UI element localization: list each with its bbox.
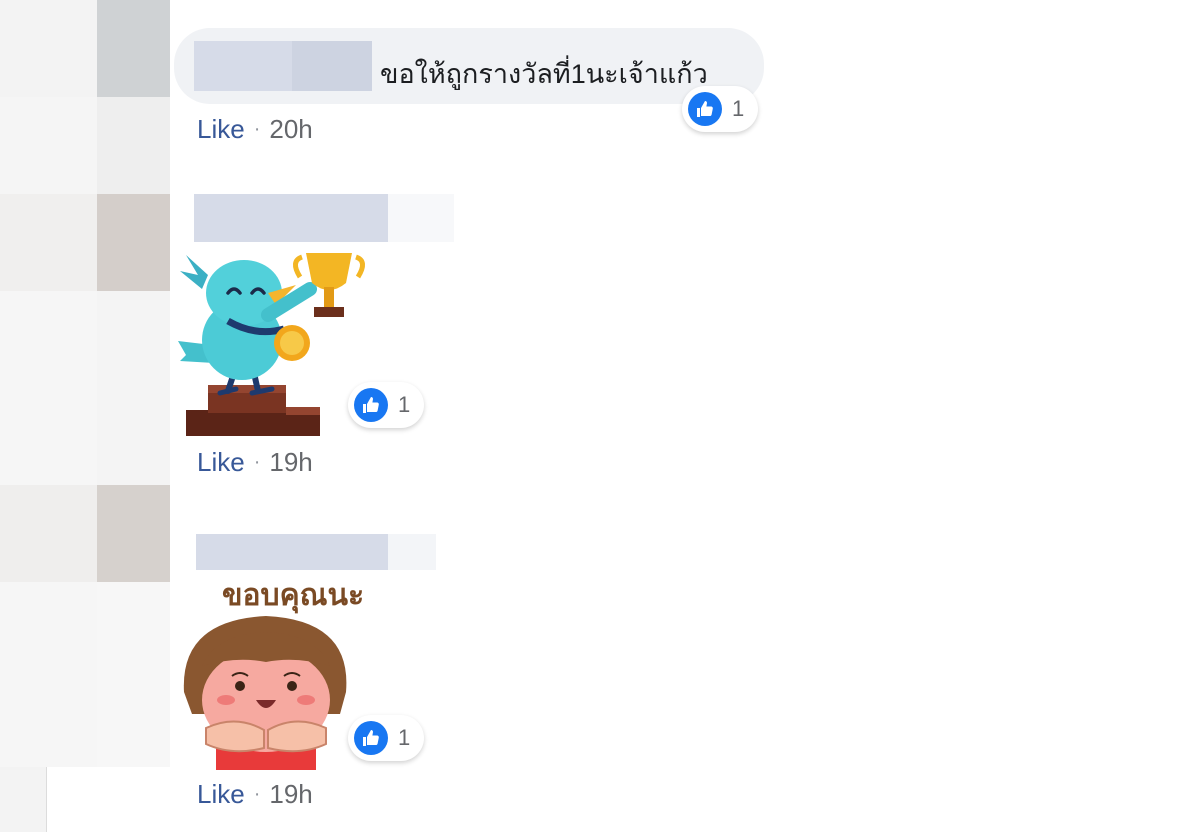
- thumbs-up-icon: [688, 92, 722, 126]
- reaction-count: 1: [398, 392, 411, 417]
- separator-dot: ·: [253, 783, 261, 805]
- separator-dot: ·: [253, 118, 261, 140]
- bird-trophy-sticker[interactable]: [172, 245, 367, 440]
- comment-text: ขอให้ถูกรางวัลที่1นะเจ้าแก้ว: [380, 59, 708, 89]
- reaction-summary[interactable]: 1: [348, 382, 424, 428]
- timestamp-link[interactable]: 19h: [269, 447, 312, 478]
- reaction-summary[interactable]: 1: [682, 86, 758, 132]
- comment-thread: ขอให้ถูกรางวัลที่1นะเจ้าแก้ว 1 Like · 20…: [0, 0, 1200, 832]
- thumbs-up-icon: [354, 388, 388, 422]
- comment-actions: Like · 19h: [197, 447, 313, 478]
- reaction-count: 1: [398, 725, 411, 750]
- like-button[interactable]: Like: [197, 779, 245, 810]
- comment-actions: Like · 19h: [197, 779, 313, 810]
- thumbs-up-icon: [354, 721, 388, 755]
- like-button[interactable]: Like: [197, 447, 245, 478]
- reaction-summary[interactable]: 1: [348, 715, 424, 761]
- like-button[interactable]: Like: [197, 114, 245, 145]
- separator-dot: ·: [253, 451, 261, 473]
- timestamp-link[interactable]: 20h: [269, 114, 312, 145]
- girl-thanks-sticker[interactable]: [176, 610, 356, 770]
- timestamp-link[interactable]: 19h: [269, 779, 312, 810]
- comment-actions: Like · 20h: [197, 114, 313, 145]
- reaction-count: 1: [732, 96, 745, 121]
